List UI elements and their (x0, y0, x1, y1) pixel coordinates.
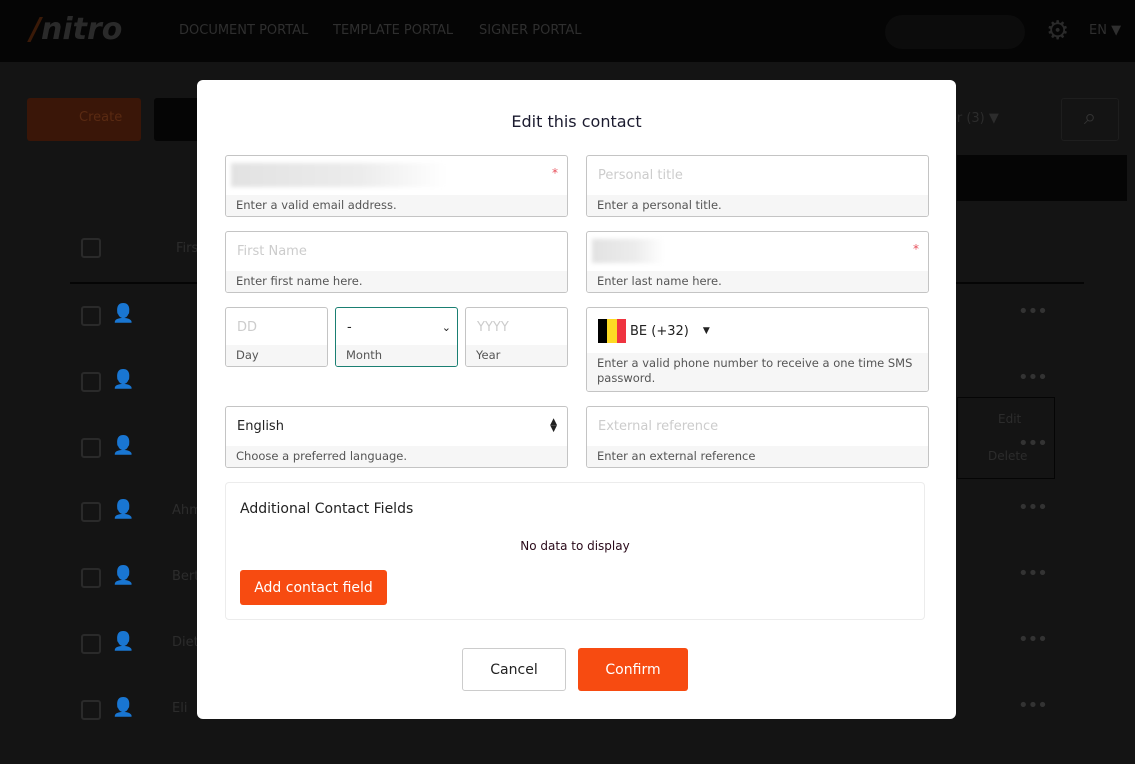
chevron-down-icon: ⌄ (441, 320, 451, 334)
year-label: Year (466, 345, 567, 366)
row-name[interactable]: Bert (172, 569, 199, 584)
row-checkbox[interactable] (81, 700, 101, 720)
phone-help: Enter a valid phone number to receive a … (587, 353, 928, 391)
empty-state: No data to display (520, 539, 630, 553)
last-name-help: Enter last name here. (587, 271, 928, 292)
birth-month-select[interactable]: - ⌄ Month (335, 307, 458, 367)
more-options-icon[interactable]: ••• (1018, 367, 1048, 388)
last-name-field[interactable]: * Enter last name here. (586, 231, 929, 293)
search-icon[interactable]: ⌕ (1061, 98, 1119, 141)
user-avatar[interactable] (885, 15, 1025, 49)
language-selector[interactable]: EN ▼ (1089, 23, 1121, 38)
person-icon: 👤 (112, 303, 135, 324)
add-contact-field-button[interactable]: Add contact field (240, 570, 387, 605)
language-help: Choose a preferred language. (226, 446, 567, 467)
day-label: Day (226, 345, 327, 366)
row-checkbox[interactable] (81, 438, 101, 458)
person-icon: 👤 (112, 499, 135, 520)
nav-document-portal[interactable]: DOCUMENT PORTAL (179, 23, 308, 38)
external-reference-help: Enter an external reference (587, 446, 928, 467)
month-label: Month (336, 345, 457, 366)
required-marker: * (552, 166, 558, 180)
person-icon: 👤 (112, 435, 135, 456)
email-help: Enter a valid email address. (226, 195, 567, 216)
personal-title-field[interactable]: Personal title Enter a personal title. (586, 155, 929, 217)
first-name-field[interactable]: First Name Enter first name here. (225, 231, 568, 293)
nav-signer-portal[interactable]: SIGNER PORTAL (479, 23, 582, 38)
select-all-checkbox[interactable] (81, 238, 101, 258)
person-icon: 👤 (112, 697, 135, 718)
row-checkbox[interactable] (81, 502, 101, 522)
birth-year-field[interactable]: YYYY Year (465, 307, 568, 367)
email-value-redacted (231, 163, 446, 187)
country-code-select[interactable]: BE (+32) (630, 324, 689, 339)
more-options-icon[interactable]: ••• (1018, 301, 1048, 322)
caret-down-icon[interactable]: ▼ (703, 326, 710, 336)
row-name[interactable]: Diet (172, 635, 199, 650)
more-options-icon[interactable]: ••• (1018, 695, 1048, 716)
birth-day-field[interactable]: DD Day (225, 307, 328, 367)
last-name-value-redacted (592, 239, 664, 263)
row-checkbox[interactable] (81, 306, 101, 326)
cancel-button[interactable]: Cancel (462, 648, 566, 691)
row-checkbox[interactable] (81, 634, 101, 654)
external-reference-field[interactable]: External reference Enter an external ref… (586, 406, 929, 468)
row-checkbox[interactable] (81, 568, 101, 588)
confirm-button[interactable]: Confirm (578, 648, 688, 691)
more-options-icon[interactable]: ••• (1018, 563, 1048, 584)
nav-template-portal[interactable]: TEMPLATE PORTAL (333, 23, 453, 38)
person-icon: 👤 (112, 369, 135, 390)
first-name-help: Enter first name here. (226, 271, 567, 292)
menu-edit[interactable]: Edit (998, 412, 1021, 426)
email-field[interactable]: * Enter a valid email address. (225, 155, 568, 217)
additional-contact-fields-panel: Additional Contact Fields No data to dis… (225, 482, 925, 620)
personal-title-help: Enter a personal title. (587, 195, 928, 216)
more-options-icon[interactable]: ••• (1018, 629, 1048, 650)
sort-arrows-icon: ▲ ▼ (550, 417, 557, 434)
row-checkbox[interactable] (81, 372, 101, 392)
create-button[interactable]: Create (27, 98, 141, 141)
menu-delete[interactable]: Delete (988, 449, 1027, 463)
phone-field[interactable]: BE (+32) ▼ Enter a valid phone number to… (586, 307, 929, 392)
required-marker: * (913, 242, 919, 256)
person-icon: 👤 (112, 565, 135, 586)
edit-contact-dialog: Edit this contact * Enter a valid email … (197, 80, 956, 719)
dialog-title: Edit this contact (511, 112, 642, 131)
row-name[interactable]: Eli (172, 701, 187, 716)
nitro-logo: /nitro (30, 12, 123, 47)
additional-fields-title: Additional Contact Fields (240, 501, 414, 517)
gear-icon[interactable]: ⚙ (1046, 16, 1069, 46)
table-header-bar (957, 155, 1127, 201)
belgium-flag-icon (598, 319, 626, 343)
language-select[interactable]: English ▲ ▼ Choose a preferred language. (225, 406, 568, 468)
person-icon: 👤 (112, 631, 135, 652)
more-options-icon[interactable]: ••• (1018, 497, 1048, 518)
row-action-menu: Edit Delete (957, 397, 1055, 479)
